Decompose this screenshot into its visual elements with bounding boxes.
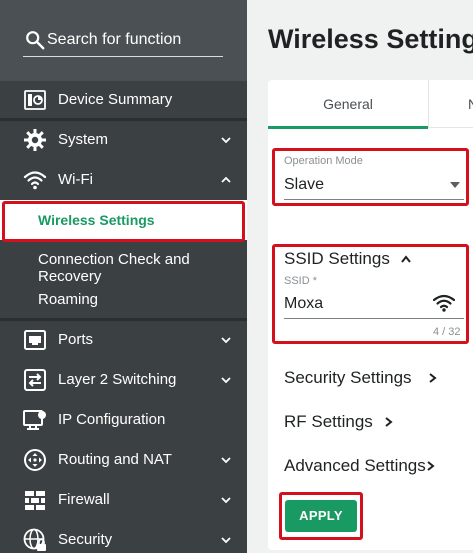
- switching-arrows-icon: [24, 369, 46, 391]
- sidebar-item-label: Routing and NAT: [58, 451, 172, 468]
- sidebar-item-label: System: [58, 131, 109, 148]
- chevron-down-icon: [221, 137, 231, 144]
- sidebar-item-layer2-switching[interactable]: Layer 2 Switching: [0, 360, 247, 400]
- ssid-settings-title: SSID Settings: [284, 249, 390, 268]
- search-placeholder: Search for function: [47, 31, 182, 48]
- chevron-down-icon: [221, 537, 231, 544]
- highlight-box: [2, 201, 245, 242]
- chevron-down-icon: [221, 337, 231, 344]
- ssid-char-counter: 4 / 32: [433, 326, 461, 338]
- sidebar-item-firewall[interactable]: Firewall: [0, 480, 247, 520]
- page-title: Wireless Settings: [268, 24, 473, 54]
- ethernet-port-icon: [24, 330, 46, 350]
- ip-config-icon: [23, 410, 46, 430]
- apply-button[interactable]: APPLY: [285, 500, 357, 532]
- search-icon: [26, 31, 45, 50]
- field-underline: [284, 199, 464, 200]
- search-underline: [23, 56, 223, 57]
- sidebar-subitem-roaming[interactable]: Roaming: [0, 280, 247, 320]
- gear-icon: [24, 129, 46, 151]
- tab-general[interactable]: General: [268, 80, 428, 129]
- chevron-down-icon: [221, 497, 231, 504]
- operation-mode-value: Slave: [284, 176, 325, 193]
- sidebar-item-ip-configuration[interactable]: IP Configuration: [0, 400, 247, 440]
- chevron-right-icon: [427, 461, 435, 471]
- sidebar-subitem-connection-check[interactable]: Connection Check and Recovery: [0, 240, 247, 285]
- rf-settings-title: RF Settings: [284, 412, 373, 431]
- sidebar-item-label: Wi-Fi: [58, 171, 93, 188]
- active-tab-indicator: [268, 126, 428, 129]
- sidebar-item-security[interactable]: Security: [0, 520, 247, 553]
- sidebar-item-label: Security: [58, 531, 113, 548]
- tab-next[interactable]: N: [428, 80, 473, 128]
- advanced-settings-title: Advanced Settings: [284, 456, 426, 475]
- sidebar-item-label: Firewall: [58, 491, 110, 508]
- security-globe-lock-icon: [23, 528, 46, 551]
- sidebar-subitem-label: Roaming: [38, 291, 99, 308]
- sidebar-item-wifi[interactable]: Wi-Fi: [0, 160, 247, 200]
- wifi-signal-icon: [433, 294, 455, 312]
- firewall-icon: [25, 491, 45, 510]
- chevron-right-icon: [429, 373, 437, 383]
- security-settings-title: Security Settings: [284, 368, 412, 387]
- chevron-up-icon: [401, 255, 411, 263]
- chevron-right-icon: [385, 417, 393, 427]
- routing-icon: [24, 449, 46, 471]
- sidebar-item-device-summary[interactable]: Device Summary: [0, 80, 247, 120]
- chevron-down-icon: [221, 377, 231, 384]
- sidebar-item-label: Ports: [58, 331, 94, 348]
- sidebar-item-routing-nat[interactable]: Routing and NAT: [0, 440, 247, 480]
- dropdown-arrow-icon: [450, 182, 460, 188]
- device-summary-icon: [24, 90, 46, 110]
- sidebar-item-label: Device Summary: [58, 91, 173, 108]
- sidebar-item-label: Layer 2 Switching: [58, 371, 177, 388]
- field-underline: [284, 318, 464, 319]
- tab-label: General: [323, 96, 373, 112]
- sidebar: Search for function Device Summary Syste…: [0, 0, 247, 553]
- search-box[interactable]: Search for function: [0, 0, 247, 81]
- operation-mode-label: Operation Mode: [284, 155, 363, 167]
- ssid-value: Moxa: [284, 295, 324, 312]
- wifi-icon: [23, 171, 47, 190]
- sidebar-item-ports[interactable]: Ports: [0, 320, 247, 360]
- chevron-up-icon: [221, 176, 231, 183]
- tab-label: N: [468, 96, 473, 112]
- ssid-label: SSID *: [284, 275, 318, 287]
- sidebar-item-system[interactable]: System: [0, 120, 247, 160]
- tab-bar: General N: [268, 80, 473, 129]
- sidebar-item-label: IP Configuration: [58, 411, 166, 428]
- chevron-down-icon: [221, 457, 231, 464]
